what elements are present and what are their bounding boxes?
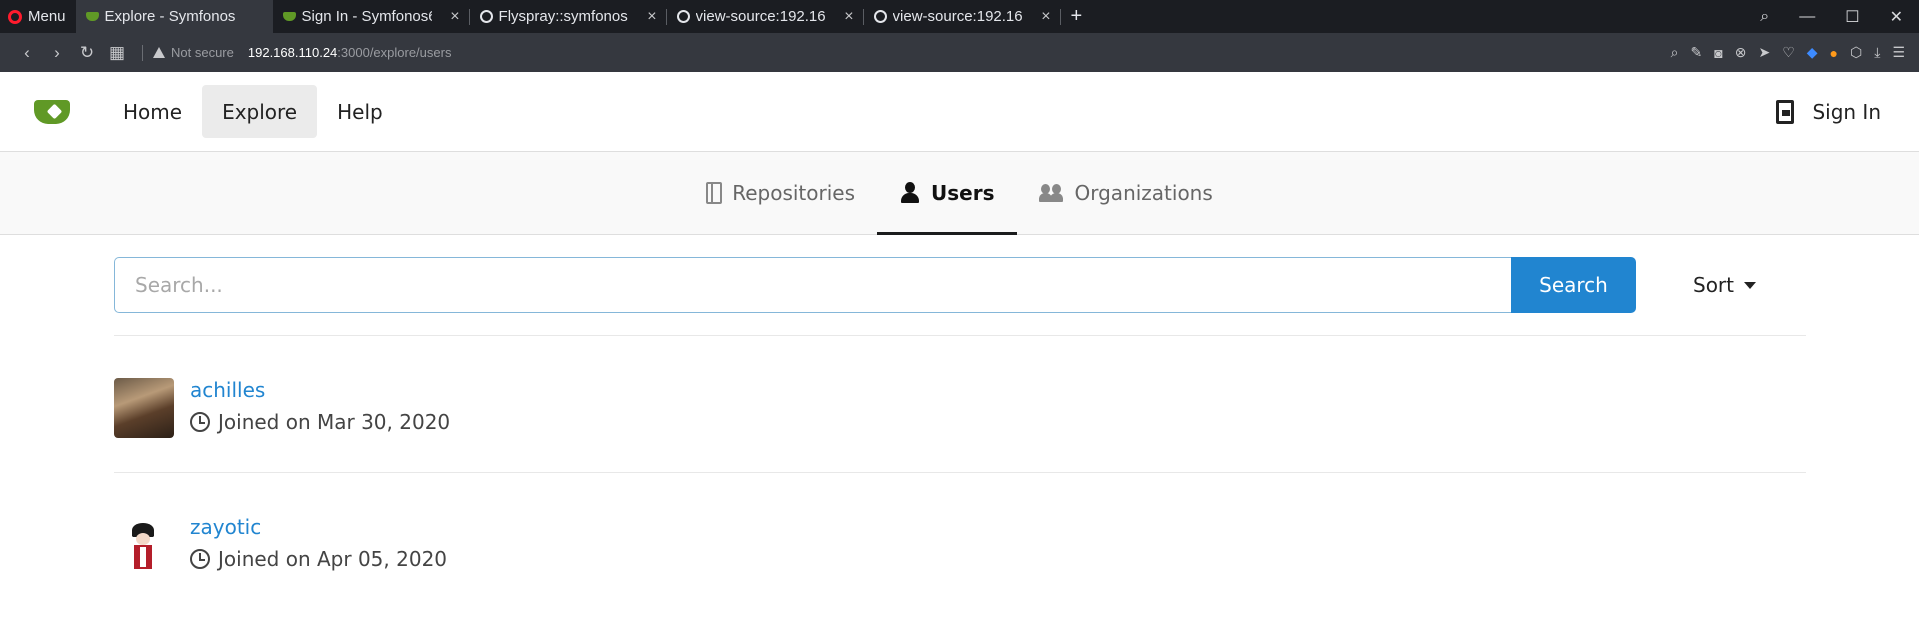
tab-repositories[interactable]: Repositories — [684, 151, 877, 234]
address-separator — [142, 44, 143, 61]
sign-in-link[interactable]: Sign In — [1776, 99, 1919, 124]
url-host: 192.168.110.24 — [247, 45, 338, 60]
camera-icon[interactable]: ◙ — [1714, 45, 1722, 61]
browser-tab[interactable]: view-source:192.168. × — [667, 0, 864, 33]
browser-tab-label: Flyspray::symfonos b — [498, 8, 629, 25]
browser-menu-button[interactable]: Menu — [0, 0, 76, 33]
cookie-icon[interactable]: ● — [1830, 45, 1838, 61]
close-window-icon[interactable]: ✕ — [1890, 7, 1903, 27]
close-tab-icon[interactable]: × — [647, 8, 656, 26]
url-field[interactable]: 192.168.110.24:3000/explore/users — [248, 45, 452, 60]
list-item: zayotic Joined on Apr 05, 2020 — [114, 473, 1806, 610]
sort-label: Sort — [1693, 273, 1734, 297]
globe-icon — [873, 10, 887, 23]
browser-tab-label: Explore - Symfonos6 — [104, 8, 235, 25]
close-tab-icon[interactable]: × — [1041, 8, 1050, 26]
search-tabs-icon[interactable]: ⌕ — [1760, 8, 1769, 26]
user-icon — [899, 181, 921, 204]
joined-date-label: Joined on Mar 30, 2020 — [218, 410, 451, 434]
new-tab-button[interactable]: + — [1061, 5, 1093, 28]
window-controls: ⌕ — ☐ ✕ — [1760, 7, 1919, 27]
user-info: achilles Joined on Mar 30, 2020 — [190, 378, 450, 434]
download-icon[interactable]: ⤓ — [1874, 44, 1880, 61]
forward-icon[interactable]: › — [42, 43, 72, 63]
browser-tab[interactable]: Sign In - Symfonos6 × — [273, 0, 470, 33]
main-content: Search Sort achilles Joined on Mar 30, 2… — [114, 235, 1806, 610]
globe-icon — [479, 10, 493, 23]
list-item: achilles Joined on Mar 30, 2020 — [114, 336, 1806, 473]
globe-icon — [676, 10, 690, 23]
browser-tab[interactable]: view-source:192.168. × — [864, 0, 1061, 33]
back-icon[interactable]: ‹ — [12, 43, 42, 63]
sort-dropdown[interactable]: Sort — [1693, 273, 1756, 297]
tab-organizations-label: Organizations — [1074, 180, 1213, 205]
edit-icon[interactable]: ✎ — [1691, 44, 1703, 61]
warning-icon — [153, 47, 165, 58]
user-name-link[interactable]: zayotic — [190, 515, 447, 539]
joined-date-label: Joined on Apr 05, 2020 — [218, 547, 448, 571]
close-tab-icon[interactable]: × — [450, 8, 459, 26]
security-indicator[interactable]: Not secure — [153, 45, 234, 60]
search-button[interactable]: Search — [1511, 257, 1636, 313]
clock-icon — [190, 549, 210, 569]
joined-date: Joined on Mar 30, 2020 — [190, 410, 450, 434]
joined-date: Joined on Apr 05, 2020 — [190, 547, 447, 571]
gitea-logo-icon[interactable] — [32, 96, 76, 128]
send-icon[interactable]: ➤ — [1758, 44, 1770, 61]
explore-tabs: Repositories Users Organizations — [0, 152, 1919, 235]
browser-tab-strip: Menu Explore - Symfonos6 Sign In - Symfo… — [0, 0, 1919, 33]
search-row: Search Sort — [114, 235, 1806, 336]
user-info: zayotic Joined on Apr 05, 2020 — [190, 515, 447, 571]
tab-users[interactable]: Users — [877, 151, 1017, 235]
search-input[interactable] — [114, 257, 1511, 313]
block-icon[interactable]: ⊗ — [1735, 44, 1747, 61]
address-bar-tools: ⌕ ✎ ◙ ⊗ ➤ ♡ ◆ ● ⬡ ⤓ ☰ — [1671, 44, 1919, 61]
heart-icon[interactable]: ♡ — [1782, 44, 1795, 61]
tab-repositories-label: Repositories — [732, 180, 856, 205]
gitea-favicon-icon — [85, 12, 99, 21]
extension-icon[interactable]: ◆ — [1807, 44, 1818, 61]
browser-tab-label: view-source:192.168. — [892, 8, 1023, 25]
address-bar: ‹ › ↻ ▦ Not secure 192.168.110.24:3000/e… — [0, 33, 1919, 72]
maximize-icon[interactable]: ☐ — [1845, 7, 1859, 27]
reload-icon[interactable]: ↻ — [72, 43, 102, 63]
url-path: :3000/explore/users — [337, 45, 452, 60]
gitea-favicon-icon — [282, 12, 296, 21]
browser-menu-label: Menu — [28, 8, 66, 25]
cube-icon[interactable]: ⬡ — [1850, 44, 1862, 61]
avatar[interactable] — [114, 378, 174, 438]
opera-logo-icon — [8, 9, 22, 24]
sign-in-icon — [1776, 99, 1795, 124]
sign-in-label: Sign In — [1812, 99, 1881, 124]
not-secure-label: Not secure — [171, 45, 234, 60]
browser-tab[interactable]: Explore - Symfonos6 — [75, 0, 273, 33]
organization-icon — [1038, 182, 1065, 204]
minimize-icon[interactable]: — — [1799, 8, 1815, 26]
caret-down-icon — [1744, 281, 1756, 289]
tab-separator — [1059, 9, 1061, 25]
close-tab-icon[interactable]: × — [844, 8, 853, 26]
avatar[interactable] — [114, 515, 174, 575]
menu-lines-icon[interactable]: ☰ — [1892, 44, 1905, 61]
book-icon — [706, 181, 723, 204]
browser-tab-label: view-source:192.168. — [695, 8, 826, 25]
nav-home[interactable]: Home — [103, 85, 202, 138]
browser-tab[interactable]: Flyspray::symfonos b × — [470, 0, 667, 33]
tab-users-label: Users — [931, 180, 995, 205]
nav-explore[interactable]: Explore — [202, 85, 318, 138]
zoom-icon[interactable]: ⌕ — [1671, 44, 1679, 61]
nav-help[interactable]: Help — [317, 85, 403, 138]
site-header: Home Explore Help Sign In — [0, 72, 1919, 152]
clock-icon — [190, 412, 210, 432]
user-name-link[interactable]: achilles — [190, 378, 450, 402]
tab-grid-icon[interactable]: ▦ — [102, 43, 132, 63]
browser-tab-label: Sign In - Symfonos6 — [301, 8, 432, 25]
tab-organizations[interactable]: Organizations — [1017, 151, 1235, 234]
